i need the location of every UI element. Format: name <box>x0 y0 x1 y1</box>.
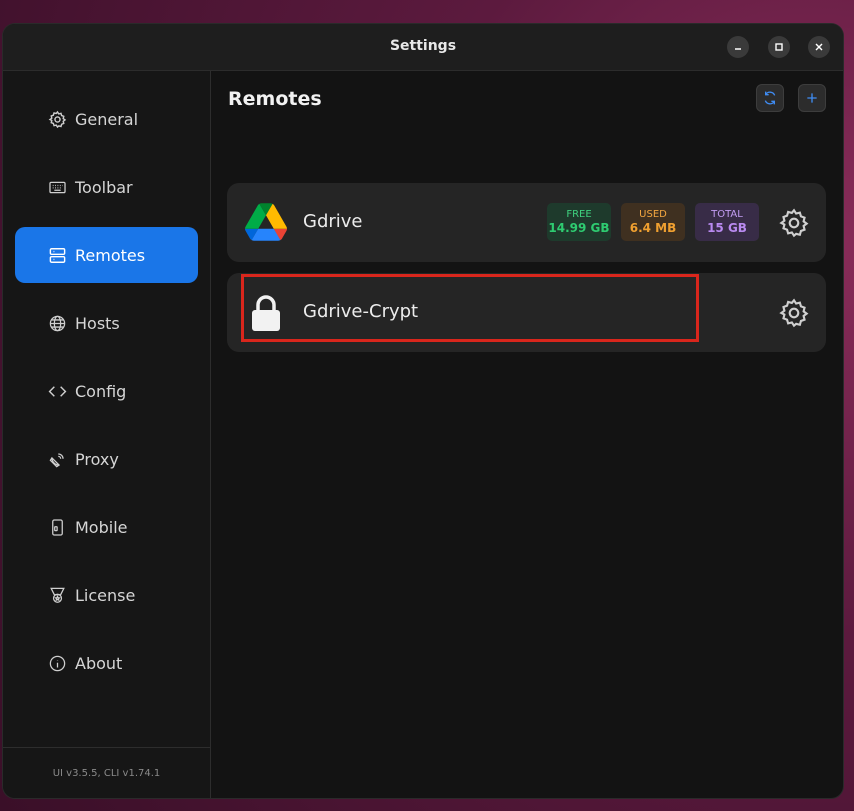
used-label: USED <box>639 208 667 220</box>
sidebar-item-mobile[interactable]: Mobile <box>15 499 198 555</box>
used-space-badge: USED 6.4 MB <box>621 203 685 241</box>
sidebar-item-license[interactable]: License <box>15 567 198 623</box>
sidebar-item-label: Remotes <box>75 245 146 265</box>
sidebar-item-label: Hosts <box>75 313 120 333</box>
remote-card-gdrive[interactable]: Gdrive FREE 14.99 GB USED 6.4 MB TOTAL 1… <box>227 183 826 262</box>
free-value: 14.99 GB <box>548 220 610 235</box>
sidebar: General Toolbar Remotes Hosts Config Pro… <box>3 71 211 798</box>
google-drive-icon <box>245 203 287 241</box>
free-space-badge: FREE 14.99 GB <box>547 203 611 241</box>
keyboard-icon <box>47 177 67 197</box>
maximize-button[interactable] <box>768 36 790 58</box>
sidebar-item-general[interactable]: General <box>15 91 198 147</box>
medal-icon <box>47 585 67 605</box>
total-space-badge: TOTAL 15 GB <box>695 203 759 241</box>
globe-icon <box>47 313 67 333</box>
sidebar-item-proxy[interactable]: Proxy <box>15 431 198 487</box>
refresh-button[interactable] <box>756 84 784 112</box>
remote-card-gdrive-crypt[interactable]: Gdrive-Crypt <box>227 273 826 352</box>
maximize-icon <box>775 43 783 51</box>
settings-window: Settings General Toolbar Remotes Hosts C… <box>3 24 843 798</box>
sidebar-item-label: Config <box>75 381 127 401</box>
sidebar-item-label: License <box>75 585 136 605</box>
gear-icon[interactable] <box>778 297 810 329</box>
remote-name: Gdrive <box>303 211 363 232</box>
sidebar-item-label: Toolbar <box>75 177 133 197</box>
sidebar-item-hosts[interactable]: Hosts <box>15 295 198 351</box>
main-panel: Remotes Gdrive FREE 14.99 GB USED 6.4 MB… <box>211 71 843 798</box>
sidebar-item-config[interactable]: Config <box>15 363 198 419</box>
sidebar-item-label: Proxy <box>75 449 119 469</box>
used-value: 6.4 MB <box>629 220 677 235</box>
sidebar-item-toolbar[interactable]: Toolbar <box>15 159 198 215</box>
code-icon <box>47 381 67 401</box>
total-label: TOTAL <box>711 208 743 220</box>
lock-icon <box>252 295 280 331</box>
close-button[interactable] <box>808 36 830 58</box>
minimize-icon <box>735 48 741 50</box>
gear-icon <box>47 109 67 129</box>
add-remote-button[interactable] <box>798 84 826 112</box>
total-value: 15 GB <box>707 220 747 235</box>
minimize-button[interactable] <box>727 36 749 58</box>
sidebar-item-label: Mobile <box>75 517 128 537</box>
sidebar-item-remotes[interactable]: Remotes <box>15 227 198 283</box>
window-title: Settings <box>389 38 457 54</box>
plus-icon <box>807 93 817 103</box>
page-title: Remotes <box>228 88 322 110</box>
free-label: FREE <box>566 208 592 220</box>
titlebar: Settings <box>3 24 843 71</box>
close-icon <box>815 43 823 51</box>
server-icon <box>47 245 67 265</box>
gear-icon[interactable] <box>778 207 810 239</box>
version-label: UI v3.5.5, CLI v1.74.1 <box>3 747 210 798</box>
sidebar-item-about[interactable]: About <box>15 635 198 691</box>
info-icon <box>47 653 67 673</box>
sidebar-item-label: General <box>75 109 139 129</box>
mobile-icon <box>47 517 67 537</box>
refresh-icon <box>764 91 776 105</box>
sidebar-item-label: About <box>75 653 123 673</box>
satellite-icon <box>47 449 67 469</box>
remote-name: Gdrive-Crypt <box>303 301 419 322</box>
